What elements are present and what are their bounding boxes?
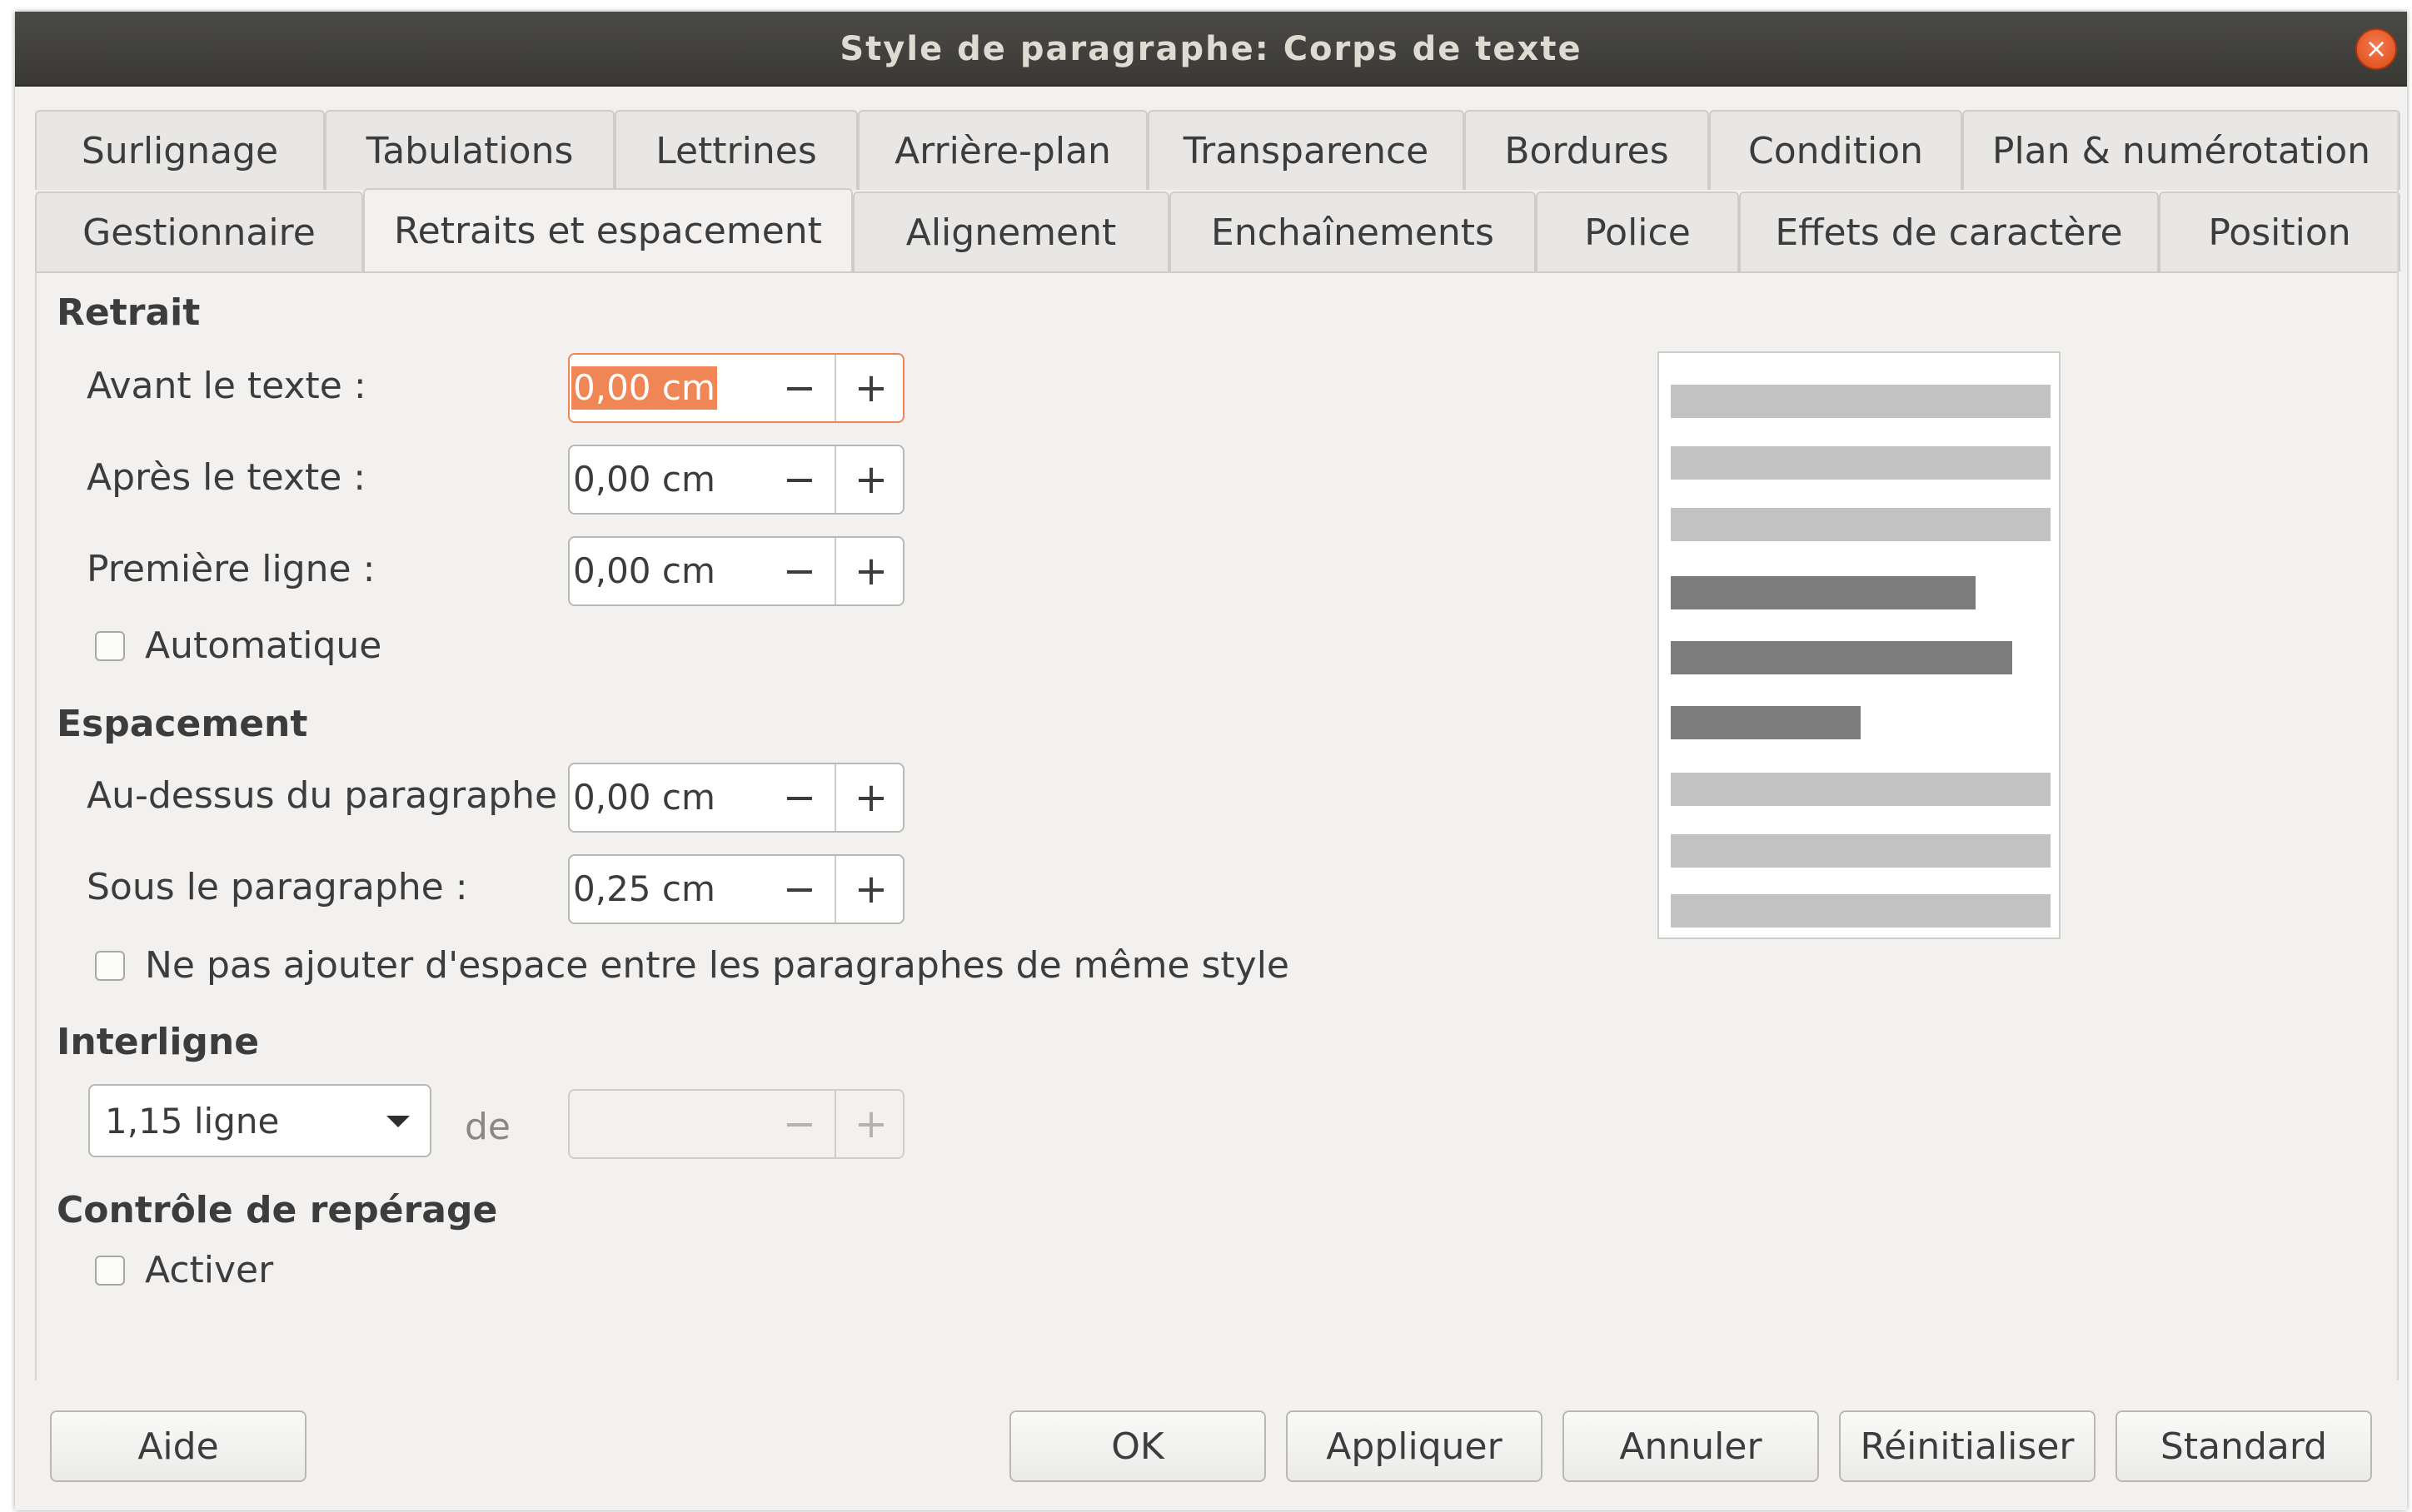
apres-le-texte-value[interactable]: 0,00 cm [571,458,717,501]
tab-enchainements[interactable]: Enchaînements [1169,191,1536,271]
increment-icon[interactable]: + [835,764,906,831]
panel-right-border [2397,112,2399,1380]
interligne-value[interactable]: 1,15 ligne [105,1101,279,1141]
avant-le-texte-value[interactable]: 0,00 cm [571,366,717,410]
no-space-checkbox[interactable] [95,951,125,981]
tab-effets-caractere[interactable]: Effets de caractère [1739,191,2159,271]
preview-line [1671,773,2051,806]
no-space-label[interactable]: Ne pas ajouter d'espace entre les paragr… [145,944,1289,987]
sous-paragraphe-label: Sous le paragraphe : [87,866,468,908]
tab-position[interactable]: Position [2159,191,2400,271]
premiere-ligne-spinner[interactable]: 0,00 cm − + [568,536,904,606]
tab-bordures[interactable]: Bordures [1464,110,1709,190]
automatique-label[interactable]: Automatique [145,624,381,667]
ok-button[interactable]: OK [1009,1410,1266,1482]
tab-plan-numerotation[interactable]: Plan & numérotation [1962,110,2400,190]
apply-button[interactable]: Appliquer [1286,1410,1542,1482]
increment-icon[interactable]: + [835,1091,906,1157]
apres-le-texte-label: Après le texte : [87,456,366,499]
cancel-button[interactable]: Annuler [1562,1410,1819,1482]
espacement-heading: Espacement [57,703,308,745]
tab-alignement[interactable]: Alignement [853,191,1169,271]
increment-icon[interactable]: + [835,355,906,421]
increment-icon[interactable]: + [835,538,906,604]
tab-arriere-plan[interactable]: Arrière-plan [858,110,1148,190]
retrait-heading: Retrait [57,291,201,334]
decrement-icon[interactable]: − [765,856,835,923]
tab-retraits-espacement[interactable]: Retraits et espacement [363,188,853,271]
increment-icon[interactable]: + [835,446,906,513]
tab-condition[interactable]: Condition [1709,110,1962,190]
paragraph-preview [1657,351,2061,939]
decrement-icon[interactable]: − [765,355,835,421]
de-label: de [465,1106,511,1148]
standard-button[interactable]: Standard [2115,1410,2372,1482]
tab-transparence[interactable]: Transparence [1148,110,1464,190]
preview-line [1671,834,2051,868]
preview-line [1671,576,1976,609]
preview-line [1671,446,2051,480]
preview-line [1671,508,2051,541]
close-icon[interactable]: × [2355,28,2397,70]
increment-icon[interactable]: + [835,856,906,923]
paragraph-style-dialog: Style de paragraphe: Corps de texte × Su… [15,12,2407,1510]
automatique-checkbox[interactable] [95,631,125,661]
decrement-icon[interactable]: − [765,446,835,513]
interligne-heading: Interligne [57,1021,260,1063]
tab-gestionnaire[interactable]: Gestionnaire [35,191,363,271]
activer-label[interactable]: Activer [145,1249,273,1291]
au-dessus-spinner[interactable]: 0,00 cm − + [568,763,904,833]
decrement-icon[interactable]: − [765,764,835,831]
premiere-ligne-value[interactable]: 0,00 cm [571,550,717,593]
reperage-heading: Contrôle de repérage [57,1189,498,1231]
tab-panel-border [35,271,2399,273]
dropdown-arrow-icon[interactable] [386,1116,410,1127]
sous-paragraphe-spinner[interactable]: 0,25 cm − + [568,854,904,924]
preview-line [1671,706,1861,739]
tab-surlignage[interactable]: Surlignage [35,110,325,190]
avant-le-texte-spinner[interactable]: 0,00 cm − + [568,353,904,423]
apres-le-texte-spinner[interactable]: 0,00 cm − + [568,445,904,515]
help-button[interactable]: Aide [50,1410,306,1482]
tab-lettrines[interactable]: Lettrines [615,110,858,190]
reset-button[interactable]: Réinitialiser [1839,1410,2096,1482]
interligne-value-spinner[interactable]: − + [568,1089,904,1159]
interligne-select[interactable]: 1,15 ligne [88,1084,431,1157]
tab-tabulations[interactable]: Tabulations [325,110,615,190]
title-bar: Style de paragraphe: Corps de texte × [15,12,2407,87]
activer-checkbox[interactable] [95,1256,125,1286]
preview-line [1671,385,2051,418]
avant-le-texte-label: Avant le texte : [87,365,366,407]
preview-line [1671,641,2012,674]
au-dessus-label: Au-dessus du paragraphe : [87,774,581,817]
dialog-title: Style de paragraphe: Corps de texte [840,30,1582,68]
decrement-icon[interactable]: − [765,1091,835,1157]
decrement-icon[interactable]: − [765,538,835,604]
au-dessus-value[interactable]: 0,00 cm [571,776,717,819]
premiere-ligne-label: Première ligne : [87,548,376,590]
tab-police[interactable]: Police [1536,191,1739,271]
preview-line [1671,894,2051,928]
panel-left-border [35,271,37,1380]
sous-paragraphe-value[interactable]: 0,25 cm [571,868,717,911]
